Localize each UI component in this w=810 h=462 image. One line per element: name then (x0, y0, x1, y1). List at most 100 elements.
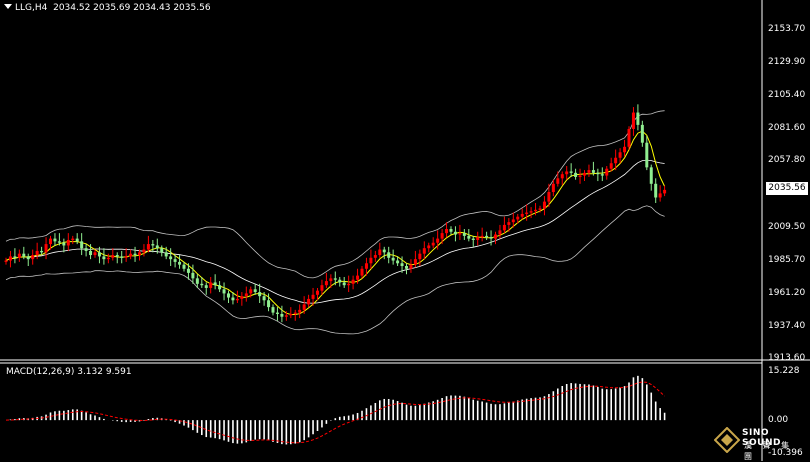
candle-body (35, 250, 39, 256)
candle-body (93, 252, 97, 256)
candle-body (275, 312, 279, 314)
candle-body (195, 278, 199, 284)
candle-body (400, 263, 404, 267)
candle-body (262, 296, 266, 301)
candle-body (240, 296, 244, 299)
candle-body (186, 268, 190, 273)
candle-body (507, 222, 511, 225)
candle-body (329, 278, 333, 282)
candle-body (583, 172, 586, 176)
symbol-label: LLG,H4 (15, 3, 48, 13)
candle-body (26, 256, 30, 260)
candle-body (560, 174, 564, 179)
candle-body (235, 298, 239, 301)
price-tick: 2057.80 (768, 155, 805, 165)
candle-body (333, 278, 337, 280)
diamond-logo-icon (714, 427, 740, 453)
candle-body (222, 289, 226, 294)
price-tick: 1961.20 (768, 288, 805, 298)
candle-body (663, 189, 667, 194)
candle-body (387, 252, 391, 258)
candle-body (476, 237, 480, 240)
signal-line (5, 381, 665, 444)
candle-body (440, 233, 444, 239)
candle-body (75, 238, 79, 242)
candle-body (133, 253, 137, 256)
candle-body (587, 170, 591, 173)
dropdown-triangle-icon[interactable] (4, 4, 12, 9)
candle-body (525, 212, 529, 214)
candle-body (436, 238, 440, 243)
candle-body (485, 235, 489, 238)
candle-body (284, 315, 288, 317)
candle-body (311, 294, 315, 299)
candle-body (520, 213, 524, 217)
candle-body (89, 250, 93, 256)
candle-body (498, 230, 502, 235)
candle-body (57, 241, 61, 243)
candle-body (529, 211, 533, 213)
candle-body (53, 238, 57, 242)
candle-body (138, 252, 141, 256)
candle-body (347, 283, 351, 286)
candle-body (569, 171, 573, 173)
candle-body (360, 268, 364, 276)
candle-body (293, 312, 297, 314)
candle-body (640, 124, 644, 143)
candle-body (160, 248, 164, 253)
candle-body (324, 281, 328, 286)
price-tick: 1985.70 (768, 255, 805, 265)
candle-body (71, 238, 75, 240)
candle-body (382, 249, 386, 253)
ohlc-values: 2034.52 2035.69 2034.43 2035.56 (53, 3, 211, 13)
candle-body (458, 233, 462, 235)
candle-body (124, 256, 128, 258)
candle-body (31, 255, 35, 260)
chart-canvas[interactable]: 2153.70 2129.90 2105.40 2081.60 2057.80 … (0, 0, 810, 461)
candle-body (605, 168, 609, 176)
candle-body (409, 264, 413, 269)
sino-sound-logo: SINO SOUND 漢 聲 集 團 (712, 425, 808, 461)
candle-body (449, 229, 453, 232)
candle-body (17, 253, 21, 258)
candle-body (391, 257, 395, 261)
candle-body (102, 256, 106, 260)
candle-body (106, 257, 110, 260)
candle-body (609, 163, 613, 169)
candle-body (502, 224, 506, 231)
macd-tick: 15.228 (768, 366, 800, 376)
candle-body (182, 264, 186, 269)
candle-body (267, 300, 271, 308)
candle-body (538, 208, 542, 210)
candle-body (600, 174, 604, 176)
candle-body (80, 241, 84, 249)
price-tick: 2105.40 (768, 90, 805, 100)
candle-body (614, 157, 618, 164)
candle-body (280, 313, 284, 317)
candle-body (351, 279, 355, 284)
candle-body (146, 244, 150, 250)
macd-signal-line (5, 381, 665, 444)
candle-body (253, 289, 257, 293)
candle-body (227, 293, 230, 298)
candle-body (356, 275, 360, 280)
candle-body (4, 260, 8, 262)
candle-body (218, 285, 222, 290)
candle-body (453, 231, 457, 235)
candle-body (658, 193, 662, 198)
bollinger-bands (5, 110, 665, 335)
candle-body (142, 249, 146, 253)
candle-body (320, 285, 324, 291)
candle-body (511, 219, 515, 223)
candle-body (316, 290, 319, 295)
candle-body (654, 183, 658, 198)
candle-body (44, 244, 48, 253)
chart-header[interactable]: LLG,H4 2034.52 2035.69 2034.43 2035.56 (4, 3, 211, 13)
candle-body (22, 253, 26, 257)
candle-body (534, 209, 538, 212)
candle-body (574, 172, 578, 177)
macd-label: MACD(12,26,9) 3.132 9.591 (6, 367, 132, 377)
price-tick: 2129.90 (768, 57, 805, 67)
candle-body (471, 238, 475, 240)
candle-body (645, 142, 649, 168)
